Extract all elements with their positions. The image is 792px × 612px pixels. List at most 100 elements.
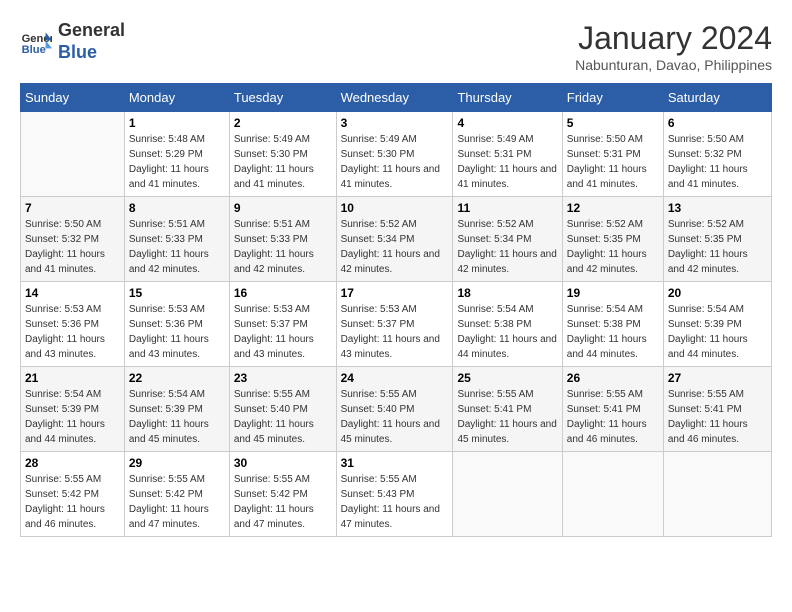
day-number: 8 <box>129 201 225 215</box>
calendar-cell: 30Sunrise: 5:55 AMSunset: 5:42 PMDayligh… <box>229 452 336 537</box>
day-info: Sunrise: 5:51 AMSunset: 5:33 PMDaylight:… <box>234 217 332 277</box>
calendar-cell: 12 Sunrise: 5:52 AMSunset: 5:35 PMDayligh… <box>562 197 663 282</box>
calendar-cell: 7 Sunrise: 5:50 AMSunset: 5:32 PMDaylight… <box>21 197 125 282</box>
calendar-cell: 11 Sunrise: 5:52 AMSunset: 5:34 PMDayligh… <box>453 197 562 282</box>
calendar-cell <box>21 112 125 197</box>
day-number: 24 <box>341 371 449 385</box>
day-info: Sunrise: 5:55 AMSunset: 5:41 PMDaylight:… <box>668 387 767 447</box>
day-number: 25 <box>457 371 557 385</box>
day-info: Sunrise: 5:50 AMSunset: 5:31 PMDaylight:… <box>567 132 659 192</box>
day-number: 17 <box>341 286 449 300</box>
day-number: 7 <box>25 201 120 215</box>
weekday-header-thursday: Thursday <box>453 84 562 112</box>
day-number: 19 <box>567 286 659 300</box>
day-info: Sunrise: 5:52 AMSunset: 5:34 PMDaylight:… <box>341 217 449 277</box>
day-info: Sunrise: 5:55 AMSunset: 5:42 PMDaylight:… <box>25 472 120 532</box>
calendar-cell <box>663 452 771 537</box>
day-info: Sunrise: 5:54 AMSunset: 5:38 PMDaylight:… <box>457 302 557 362</box>
day-info: Sunrise: 5:48 AMSunset: 5:29 PMDaylight:… <box>129 132 225 192</box>
day-number: 4 <box>457 116 557 130</box>
day-number: 13 <box>668 201 767 215</box>
calendar-cell: 24 Sunrise: 5:55 AMSunset: 5:40 PMDayligh… <box>336 367 453 452</box>
svg-text:Blue: Blue <box>22 44 46 56</box>
weekday-header-tuesday: Tuesday <box>229 84 336 112</box>
calendar-cell: 6 Sunrise: 5:50 AMSunset: 5:32 PMDaylight… <box>663 112 771 197</box>
day-info: Sunrise: 5:52 AMSunset: 5:35 PMDaylight:… <box>567 217 659 277</box>
day-info: Sunrise: 5:54 AMSunset: 5:39 PMDaylight:… <box>25 387 120 447</box>
day-info: Sunrise: 5:50 AMSunset: 5:32 PMDaylight:… <box>25 217 120 277</box>
calendar-cell: 17Sunrise: 5:53 AMSunset: 5:37 PMDayligh… <box>336 282 453 367</box>
day-info: Sunrise: 5:55 AMSunset: 5:41 PMDaylight:… <box>457 387 557 447</box>
calendar-cell: 20 Sunrise: 5:54 AMSunset: 5:39 PMDayligh… <box>663 282 771 367</box>
calendar-cell: 18 Sunrise: 5:54 AMSunset: 5:38 PMDayligh… <box>453 282 562 367</box>
calendar-cell: 1Sunrise: 5:48 AMSunset: 5:29 PMDaylight… <box>124 112 229 197</box>
calendar-table: SundayMondayTuesdayWednesdayThursdayFrid… <box>20 83 772 537</box>
page-header: General Blue General Blue January 2024 N… <box>20 20 772 73</box>
calendar-cell: 28 Sunrise: 5:55 AMSunset: 5:42 PMDayligh… <box>21 452 125 537</box>
calendar-cell: 27 Sunrise: 5:55 AMSunset: 5:41 PMDayligh… <box>663 367 771 452</box>
weekday-header-friday: Friday <box>562 84 663 112</box>
calendar-cell: 25 Sunrise: 5:55 AMSunset: 5:41 PMDayligh… <box>453 367 562 452</box>
day-number: 23 <box>234 371 332 385</box>
calendar-cell: 29Sunrise: 5:55 AMSunset: 5:42 PMDayligh… <box>124 452 229 537</box>
day-info: Sunrise: 5:49 AMSunset: 5:30 PMDaylight:… <box>234 132 332 192</box>
day-info: Sunrise: 5:54 AMSunset: 5:38 PMDaylight:… <box>567 302 659 362</box>
day-info: Sunrise: 5:53 AMSunset: 5:36 PMDaylight:… <box>129 302 225 362</box>
day-number: 21 <box>25 371 120 385</box>
weekday-header-saturday: Saturday <box>663 84 771 112</box>
day-number: 28 <box>25 456 120 470</box>
logo-text: General Blue <box>58 20 125 63</box>
week-row-2: 7 Sunrise: 5:50 AMSunset: 5:32 PMDaylight… <box>21 197 772 282</box>
day-number: 5 <box>567 116 659 130</box>
calendar-cell: 31 Sunrise: 5:55 AMSunset: 5:43 PMDayligh… <box>336 452 453 537</box>
day-number: 29 <box>129 456 225 470</box>
day-number: 3 <box>341 116 449 130</box>
day-info: Sunrise: 5:55 AMSunset: 5:40 PMDaylight:… <box>341 387 449 447</box>
day-number: 11 <box>457 201 557 215</box>
day-info: Sunrise: 5:55 AMSunset: 5:41 PMDaylight:… <box>567 387 659 447</box>
day-info: Sunrise: 5:50 AMSunset: 5:32 PMDaylight:… <box>668 132 767 192</box>
day-number: 31 <box>341 456 449 470</box>
day-info: Sunrise: 5:55 AMSunset: 5:43 PMDaylight:… <box>341 472 449 532</box>
weekday-header-monday: Monday <box>124 84 229 112</box>
calendar-cell: 23 Sunrise: 5:55 AMSunset: 5:40 PMDayligh… <box>229 367 336 452</box>
day-number: 18 <box>457 286 557 300</box>
week-row-1: 1Sunrise: 5:48 AMSunset: 5:29 PMDaylight… <box>21 112 772 197</box>
calendar-cell: 21 Sunrise: 5:54 AMSunset: 5:39 PMDayligh… <box>21 367 125 452</box>
calendar-cell: 9 Sunrise: 5:51 AMSunset: 5:33 PMDaylight… <box>229 197 336 282</box>
day-info: Sunrise: 5:55 AMSunset: 5:40 PMDaylight:… <box>234 387 332 447</box>
location: Nabunturan, Davao, Philippines <box>575 57 772 73</box>
day-number: 6 <box>668 116 767 130</box>
calendar-cell: 22Sunrise: 5:54 AMSunset: 5:39 PMDayligh… <box>124 367 229 452</box>
calendar-cell: 2 Sunrise: 5:49 AMSunset: 5:30 PMDaylight… <box>229 112 336 197</box>
logo: General Blue General Blue <box>20 20 125 63</box>
calendar-cell: 3Sunrise: 5:49 AMSunset: 5:30 PMDaylight… <box>336 112 453 197</box>
day-number: 12 <box>567 201 659 215</box>
day-info: Sunrise: 5:52 AMSunset: 5:35 PMDaylight:… <box>668 217 767 277</box>
calendar-cell: 4 Sunrise: 5:49 AMSunset: 5:31 PMDaylight… <box>453 112 562 197</box>
day-number: 30 <box>234 456 332 470</box>
week-row-4: 21 Sunrise: 5:54 AMSunset: 5:39 PMDayligh… <box>21 367 772 452</box>
day-info: Sunrise: 5:52 AMSunset: 5:34 PMDaylight:… <box>457 217 557 277</box>
day-info: Sunrise: 5:53 AMSunset: 5:36 PMDaylight:… <box>25 302 120 362</box>
day-number: 14 <box>25 286 120 300</box>
calendar-cell: 5 Sunrise: 5:50 AMSunset: 5:31 PMDaylight… <box>562 112 663 197</box>
day-info: Sunrise: 5:54 AMSunset: 5:39 PMDaylight:… <box>129 387 225 447</box>
day-number: 27 <box>668 371 767 385</box>
week-row-5: 28 Sunrise: 5:55 AMSunset: 5:42 PMDayligh… <box>21 452 772 537</box>
calendar-cell: 19 Sunrise: 5:54 AMSunset: 5:38 PMDayligh… <box>562 282 663 367</box>
calendar-cell <box>453 452 562 537</box>
day-number: 2 <box>234 116 332 130</box>
week-row-3: 14 Sunrise: 5:53 AMSunset: 5:36 PMDayligh… <box>21 282 772 367</box>
day-info: Sunrise: 5:54 AMSunset: 5:39 PMDaylight:… <box>668 302 767 362</box>
day-info: Sunrise: 5:51 AMSunset: 5:33 PMDaylight:… <box>129 217 225 277</box>
day-number: 9 <box>234 201 332 215</box>
day-number: 16 <box>234 286 332 300</box>
month-title: January 2024 <box>575 20 772 57</box>
day-number: 20 <box>668 286 767 300</box>
calendar-cell <box>562 452 663 537</box>
calendar-cell: 8 Sunrise: 5:51 AMSunset: 5:33 PMDaylight… <box>124 197 229 282</box>
calendar-cell: 10Sunrise: 5:52 AMSunset: 5:34 PMDayligh… <box>336 197 453 282</box>
day-info: Sunrise: 5:49 AMSunset: 5:31 PMDaylight:… <box>457 132 557 192</box>
day-info: Sunrise: 5:53 AMSunset: 5:37 PMDaylight:… <box>234 302 332 362</box>
